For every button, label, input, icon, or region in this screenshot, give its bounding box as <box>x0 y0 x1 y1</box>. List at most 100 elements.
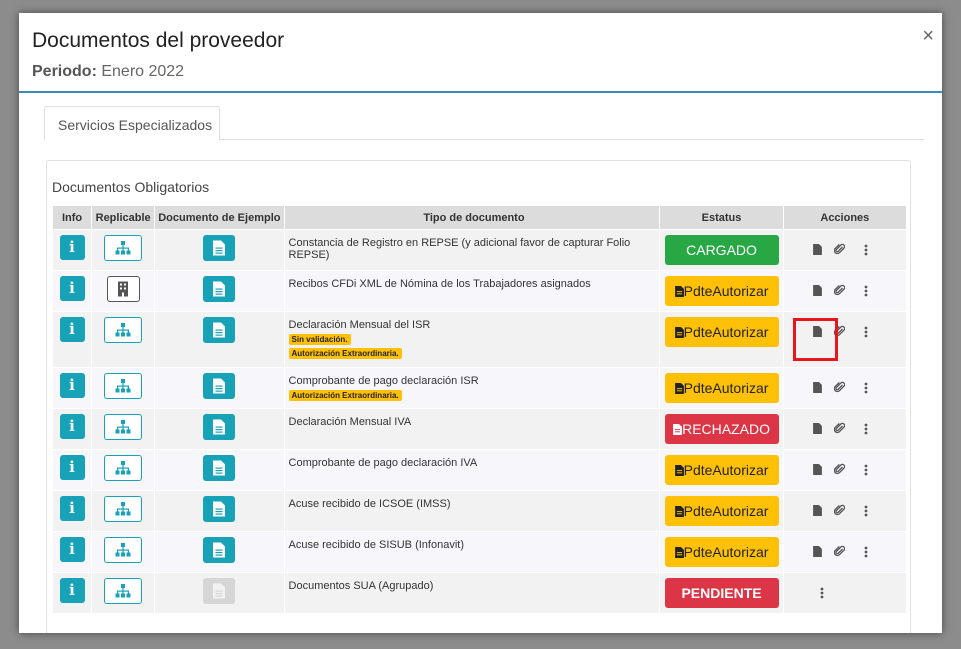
validation-badge: Sin validación. <box>288 334 351 345</box>
sitemap-icon <box>115 323 131 337</box>
document-type: Comprobante de pago declaración IVA <box>288 457 478 469</box>
example-document-button[interactable] <box>203 537 236 563</box>
sitemap-icon <box>115 584 131 598</box>
sitemap-icon <box>115 379 131 393</box>
row-actions <box>784 317 906 347</box>
info-button[interactable]: i <box>59 496 85 521</box>
replicable-button[interactable] <box>104 455 143 481</box>
view-document-icon[interactable] <box>812 505 822 519</box>
example-cell <box>154 490 285 532</box>
info-button[interactable]: i <box>59 537 85 562</box>
status-badge[interactable]: PdteAutorizar <box>664 373 779 403</box>
period-label: Periodo: <box>32 63 97 80</box>
row-actions <box>784 373 906 403</box>
attach-icon[interactable] <box>833 284 845 299</box>
document-type: Recibos CFDi XML de Nómina de los Trabaj… <box>288 278 591 290</box>
table-row: i Declaración Mensual IVA RECHAZADO <box>51 408 908 450</box>
tab-servicios-especializados[interactable]: Servicios Especializados <box>44 106 220 141</box>
status-badge[interactable]: PdteAutorizar <box>664 317 779 347</box>
view-document-icon[interactable] <box>812 423 822 437</box>
attach-icon[interactable] <box>833 463 845 478</box>
replicable-cell <box>91 367 156 409</box>
status-badge[interactable]: PdteAutorizar <box>664 455 779 485</box>
document-type-cell: Acuse recibido de SISUB (Infonavit) <box>283 531 661 573</box>
attach-icon[interactable] <box>833 504 845 519</box>
row-actions <box>784 455 906 485</box>
status-label: PdteAutorizar <box>683 324 769 340</box>
example-cell <box>154 229 285 271</box>
replicable-button[interactable] <box>104 414 143 440</box>
view-document-icon[interactable] <box>812 326 822 340</box>
info-button[interactable]: i <box>59 235 85 260</box>
replicable-cell <box>91 449 156 491</box>
view-document-icon[interactable] <box>812 244 822 258</box>
example-document-button[interactable] <box>203 317 236 343</box>
example-document-button[interactable] <box>203 496 236 522</box>
attach-icon[interactable] <box>833 381 845 396</box>
status-badge[interactable]: RECHAZADO <box>664 414 779 444</box>
example-document-button[interactable] <box>203 414 236 440</box>
more-options-icon[interactable] <box>864 244 868 259</box>
more-options-icon[interactable] <box>864 285 868 300</box>
provider-documents-modal: Documentos del proveedor Periodo: Enero … <box>19 13 942 633</box>
view-document-icon[interactable] <box>812 382 822 396</box>
attach-icon[interactable] <box>833 325 845 340</box>
more-options-icon[interactable] <box>820 587 824 602</box>
info-button[interactable]: i <box>59 276 85 301</box>
status-badge[interactable]: PdteAutorizar <box>664 537 779 567</box>
info-button[interactable]: i <box>59 414 85 439</box>
example-document-button[interactable] <box>203 373 236 399</box>
actions-cell <box>782 531 908 573</box>
row-actions <box>784 578 906 608</box>
close-icon[interactable]: × <box>922 25 934 48</box>
status-cell: PdteAutorizar <box>659 531 784 573</box>
status-badge[interactable]: CARGADO <box>664 235 779 265</box>
more-options-icon[interactable] <box>864 464 868 479</box>
info-button[interactable]: i <box>59 317 85 342</box>
view-document-icon[interactable] <box>812 546 822 560</box>
replicable-button[interactable] <box>104 317 143 343</box>
replicable-button[interactable] <box>106 276 140 302</box>
file-icon <box>213 281 226 297</box>
example-document-button[interactable] <box>203 235 236 261</box>
more-options-icon[interactable] <box>864 505 868 520</box>
replicable-cell <box>91 270 156 312</box>
status-file-icon <box>674 544 684 560</box>
modal-title: Documentos del proveedor <box>32 29 285 52</box>
row-actions <box>784 276 906 306</box>
documents-panel: Documentos Obligatorios Info Replicable … <box>46 160 911 633</box>
table-row: i Comprobante de pago declaración IVA Pd… <box>51 449 908 491</box>
info-button[interactable]: i <box>59 578 85 603</box>
example-document-button[interactable] <box>203 276 236 302</box>
table-row: i Recibos CFDi XML de Nómina de los Trab… <box>51 270 908 312</box>
status-badge[interactable]: PENDIENTE <box>664 578 779 608</box>
example-document-button[interactable] <box>203 455 236 481</box>
replicable-button[interactable] <box>104 578 143 604</box>
file-icon <box>213 501 226 517</box>
file-icon <box>213 378 226 394</box>
view-document-icon[interactable] <box>812 285 822 299</box>
info-button[interactable]: i <box>59 455 85 480</box>
attach-icon[interactable] <box>833 545 845 560</box>
attach-icon[interactable] <box>833 422 845 437</box>
view-document-icon[interactable] <box>812 464 822 478</box>
replicable-button[interactable] <box>104 235 143 261</box>
table-row: i Comprobante de pago declaración ISR Aut… <box>51 367 908 409</box>
document-type: Constancia de Registro en REPSE (y adici… <box>288 237 631 261</box>
replicable-button[interactable] <box>104 373 143 399</box>
more-options-icon[interactable] <box>864 546 868 561</box>
replicable-button[interactable] <box>104 496 143 522</box>
status-badge[interactable]: PdteAutorizar <box>664 496 779 526</box>
more-options-icon[interactable] <box>864 382 868 397</box>
row-actions <box>784 496 906 526</box>
replicable-button[interactable] <box>104 537 143 563</box>
example-cell <box>154 311 285 368</box>
status-label: PdteAutorizar <box>683 503 769 519</box>
more-options-icon[interactable] <box>864 326 868 341</box>
status-badge[interactable]: PdteAutorizar <box>664 276 779 306</box>
info-button[interactable]: i <box>59 373 85 398</box>
example-cell <box>154 367 285 409</box>
more-options-icon[interactable] <box>864 423 868 438</box>
attach-icon[interactable] <box>833 243 845 258</box>
status-label: RECHAZADO <box>682 421 770 437</box>
